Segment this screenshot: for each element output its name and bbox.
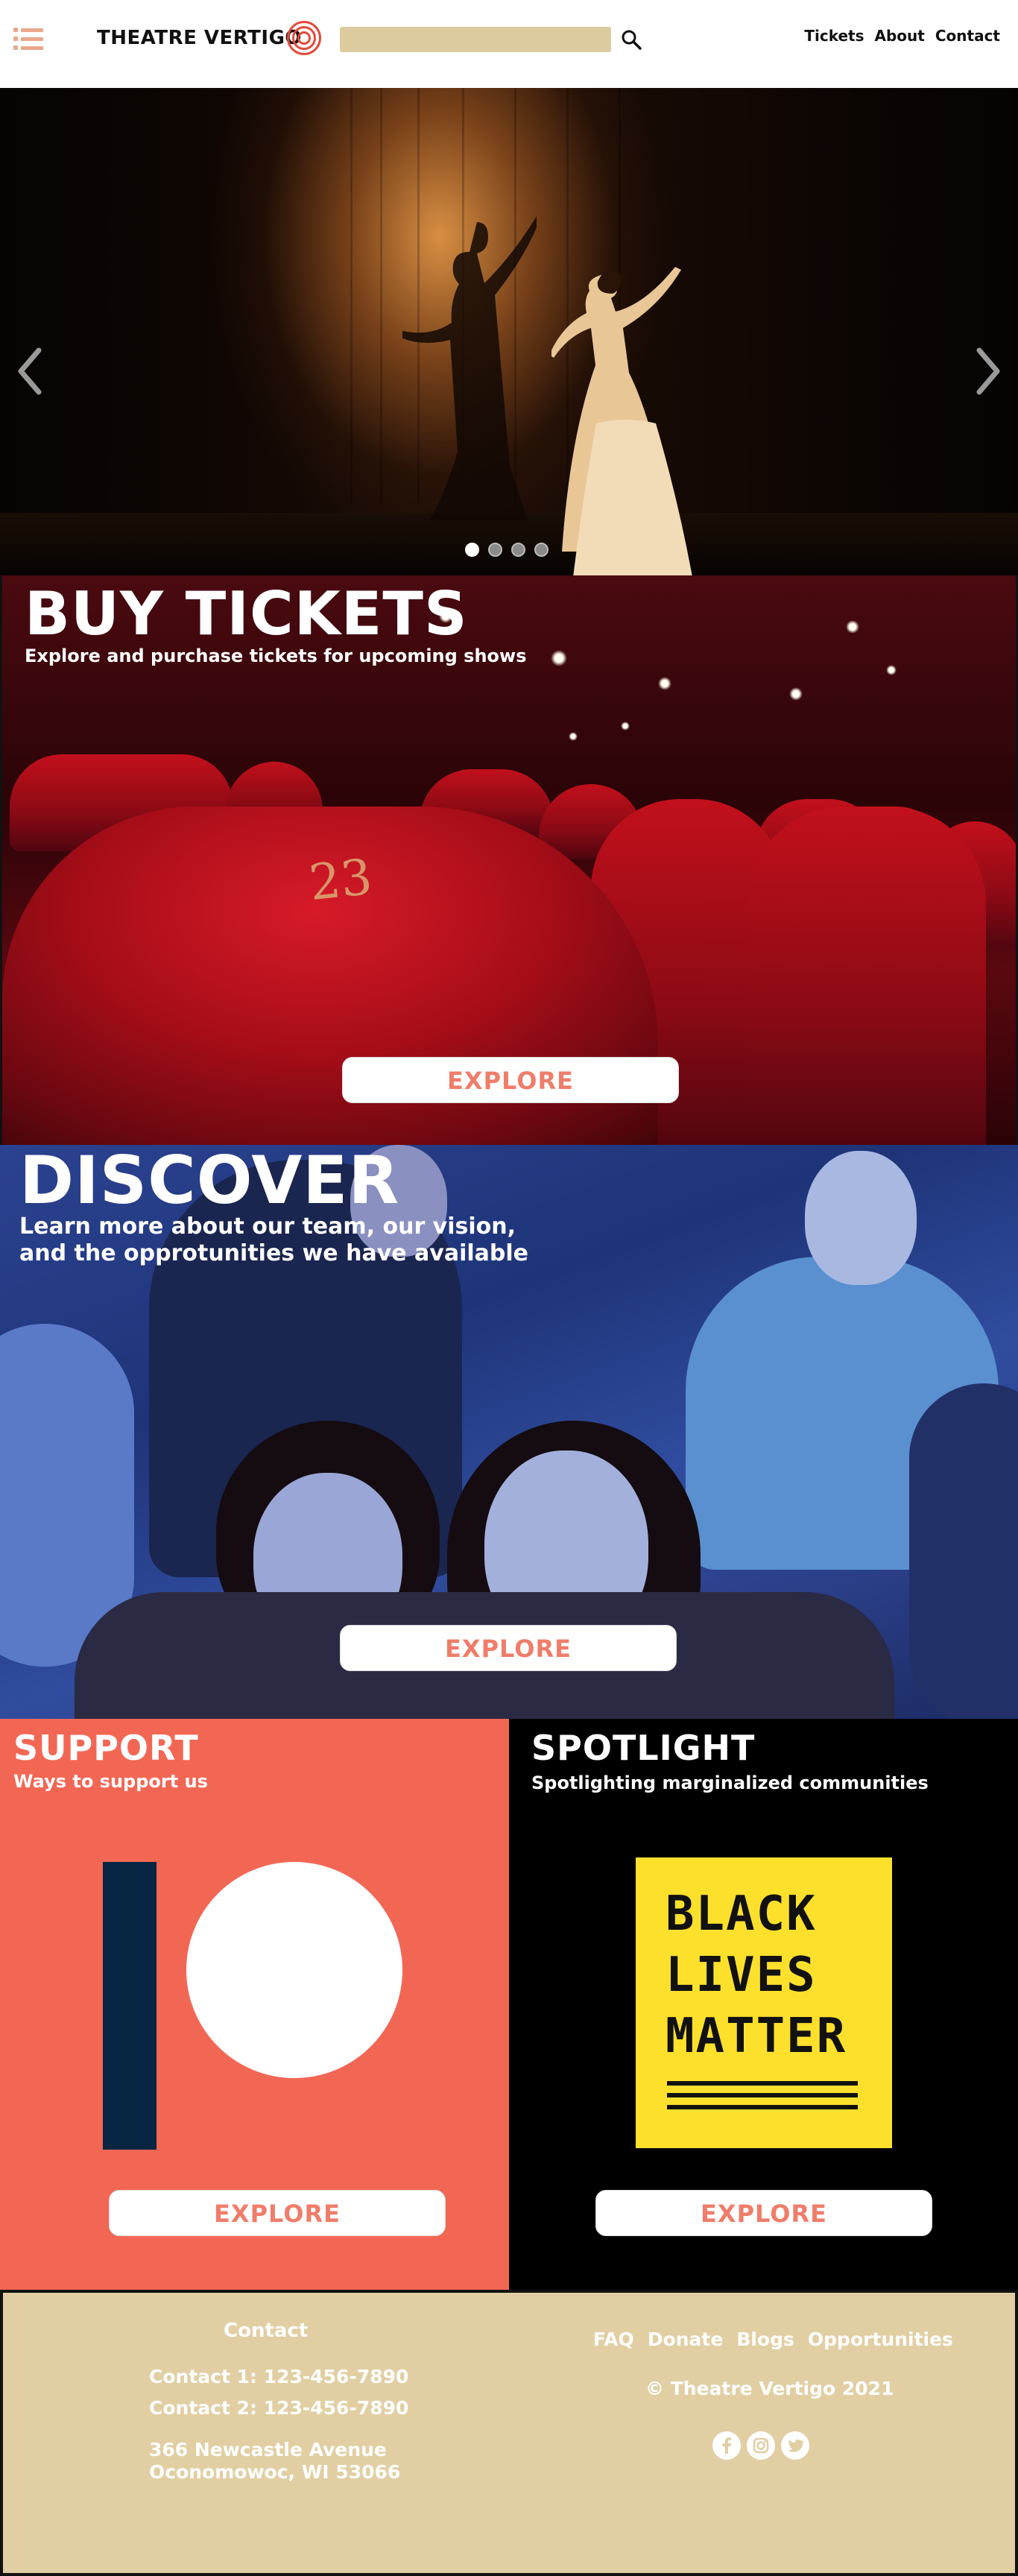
discover-title: DISCOVER — [19, 1145, 400, 1219]
carousel-next-arrow-icon[interactable] — [972, 344, 1005, 398]
tickets-subtitle: Explore and purchase tickets for upcomin… — [25, 645, 527, 666]
blm-line-3: MATTER — [666, 2009, 847, 2064]
footer-opportunities-link[interactable]: Opportunities — [808, 2329, 953, 2350]
spotlight-explore-button[interactable]: EXPLORE — [595, 2190, 932, 2236]
carousel-dot-4[interactable] — [534, 543, 548, 557]
discover-subtitle-line2: and the opprotunities we have available — [19, 1240, 528, 1266]
buy-tickets-section: 23 BUY TICKETS Explore and purchase tick… — [0, 575, 1018, 1145]
nav-tickets-link[interactable]: Tickets — [804, 27, 864, 45]
dancer-shadow-image — [402, 216, 537, 520]
footer-contact-2: Contact 2: 123-456-7890 — [149, 2397, 409, 2419]
nav-contact-link[interactable]: Contact — [935, 27, 1000, 45]
footer-donate-link[interactable]: Donate — [648, 2329, 724, 2350]
support-explore-button[interactable]: EXPLORE — [109, 2190, 446, 2236]
carousel-dot-1[interactable] — [465, 543, 479, 557]
logo-spiral-icon — [285, 19, 323, 57]
carousel-dots — [465, 543, 548, 557]
footer-contact-1: Contact 1: 123-456-7890 — [149, 2366, 409, 2387]
footer-address-line1: 366 Newcastle Avenue — [149, 2439, 387, 2460]
footer-contact-heading: Contact — [224, 2320, 309, 2342]
blm-line-2: LIVES — [666, 1948, 817, 2003]
footer-address-line2: Oconomowoc, WI 53066 — [149, 2461, 401, 2483]
spotlight-section: SPOTLIGHT Spotlighting marginalized comm… — [509, 1719, 1018, 2290]
tickets-title: BUY TICKETS — [25, 579, 468, 648]
search-input[interactable] — [340, 27, 611, 52]
discover-subtitle-line1: Learn more about our team, our vision, — [19, 1213, 516, 1240]
site-header: THEATRE VERTIGO Tickets About Contact — [0, 0, 1018, 88]
main-nav: Tickets About Contact — [804, 27, 1000, 45]
hamburger-menu-icon[interactable] — [10, 22, 49, 55]
tickets-explore-button[interactable]: EXPLORE — [342, 1057, 679, 1103]
dancer-image — [551, 267, 692, 575]
support-section: SUPPORT Ways to support us EXPLORE — [0, 1719, 509, 2290]
footer-copyright: © Theatre Vertigo 2021 — [645, 2378, 894, 2399]
footer-links: FAQ Donate Blogs Opportunities — [593, 2329, 953, 2350]
seat-number: 23 — [306, 847, 375, 912]
carousel-prev-arrow-icon[interactable] — [13, 344, 46, 398]
instagram-icon[interactable] — [747, 2431, 775, 2460]
discover-section: DISCOVER Learn more about our team, our … — [0, 1145, 1018, 1719]
hero-carousel — [0, 88, 1018, 575]
spotlight-title: SPOTLIGHT — [531, 1728, 756, 1768]
carousel-dot-3[interactable] — [511, 543, 525, 557]
site-logo[interactable]: THEATRE VERTIGO — [97, 13, 323, 63]
spotlight-subtitle: Spotlighting marginalized communities — [531, 1772, 929, 1793]
nav-about-link[interactable]: About — [875, 27, 925, 45]
blm-line-1: BLACK — [666, 1887, 817, 1942]
twitter-icon[interactable] — [781, 2431, 809, 2460]
carousel-dot-2[interactable] — [488, 543, 502, 557]
discover-explore-button[interactable]: EXPLORE — [340, 1625, 677, 1671]
footer-faq-link[interactable]: FAQ — [593, 2329, 634, 2350]
support-subtitle: Ways to support us — [13, 1771, 208, 1792]
search-icon[interactable] — [620, 28, 642, 51]
blm-poster-image: BLACK LIVES MATTER — [636, 1857, 892, 2148]
facebook-icon[interactable] — [712, 2431, 741, 2460]
logo-text: THEATRE VERTIGO — [97, 27, 303, 49]
support-title: SUPPORT — [13, 1728, 199, 1768]
footer-blogs-link[interactable]: Blogs — [736, 2329, 794, 2350]
